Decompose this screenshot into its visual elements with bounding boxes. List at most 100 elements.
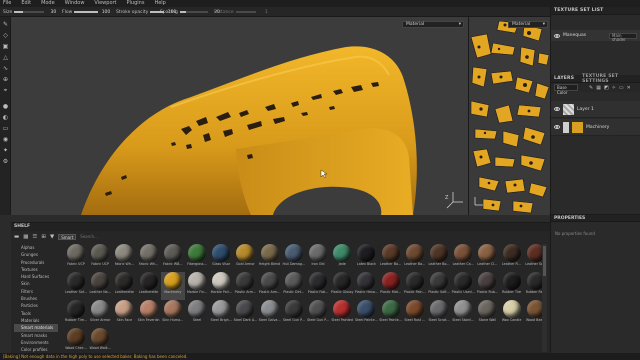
material-thumbnail[interactable]: Fiberglass... — [185, 244, 209, 272]
material-thumbnail[interactable]: Rubber Tire — [500, 272, 524, 300]
shelf-category-item[interactable]: Hard Surfaces — [14, 273, 58, 280]
folder-icon[interactable]: ▬ — [14, 234, 19, 240]
shelf-category-item[interactable]: Textures — [14, 266, 58, 273]
material-thumbnail[interactable]: Plastic Arm... — [258, 272, 282, 300]
material-thumbnail[interactable]: Stone Wall — [475, 300, 499, 328]
material-thumbnail[interactable]: Plastic Dirt... — [282, 272, 306, 300]
projection-icon[interactable]: ▣ — [2, 43, 9, 50]
folder-icon[interactable]: ▭ — [619, 85, 624, 91]
distance-slider[interactable] — [235, 11, 256, 13]
viewport-2d-mode-select[interactable]: Material ▾ — [508, 21, 548, 28]
display-settings-icon[interactable]: ◉ — [2, 136, 9, 143]
texture-set-row[interactable]: Manequas Main shader — [551, 30, 640, 41]
clone-icon[interactable]: ⊕ — [2, 76, 9, 83]
spacing-option[interactable]: Spacing 20 — [160, 8, 220, 16]
eye-icon[interactable] — [554, 125, 560, 129]
eye-icon[interactable] — [554, 107, 560, 111]
flow-value[interactable]: 100 — [100, 10, 111, 15]
material-thumbnail[interactable]: Glass Visor — [209, 244, 233, 272]
shelf-category-item[interactable]: Smart masks — [14, 332, 58, 339]
material-thumbnail[interactable]: Hull Damag... — [282, 244, 306, 272]
material-thumbnail[interactable]: Leather Ca... — [451, 244, 475, 272]
shelf-scroll-thumb[interactable] — [543, 246, 546, 276]
material-thumbnail[interactable]: Latex Black — [354, 244, 378, 272]
fill-layer-icon[interactable]: ▦ — [596, 85, 601, 91]
shelf-category-item[interactable]: Grunges — [14, 251, 58, 258]
size-slider[interactable] — [14, 11, 45, 13]
screenshot-icon[interactable]: ▭ — [2, 125, 9, 132]
material-thumbnail[interactable]: Plastic Arm... — [233, 272, 257, 300]
menu-window[interactable]: Window — [65, 0, 85, 7]
material-thumbnail[interactable]: Steel — [185, 300, 209, 328]
list-view-icon[interactable]: ☰ — [32, 234, 37, 240]
flow-option[interactable]: Flow 100 — [62, 8, 110, 16]
paint-brush-icon[interactable]: ✎ — [2, 21, 9, 28]
paint-layer-icon[interactable]: ✎ — [589, 85, 593, 91]
viewport-mode-select[interactable]: Material ▾ — [402, 21, 464, 28]
add-mask-icon[interactable]: ◩ — [604, 85, 609, 91]
shelf-category-item[interactable]: Particles — [14, 302, 58, 309]
menu-mode[interactable]: Mode — [41, 0, 55, 7]
shelf-scrollbar[interactable] — [542, 244, 547, 352]
menu-viewport[interactable]: Viewport — [94, 0, 116, 7]
material-thumbnail[interactable]: Height Blend — [258, 244, 282, 272]
material-thumbnail[interactable]: Plastic Mat... — [379, 272, 403, 300]
material-thumbnail[interactable]: Steel Painted — [330, 300, 354, 328]
material-thumbnail[interactable]: Plastic Soft... — [427, 272, 451, 300]
shelf-category-item[interactable]: Materials — [14, 317, 58, 324]
material-thumbnail[interactable]: Steel Painte... — [379, 300, 403, 328]
size-option[interactable]: Size 30 — [3, 8, 56, 16]
viewport-3d[interactable]: Z Material ▾ — [11, 17, 468, 215]
spacing-slider[interactable] — [179, 11, 208, 13]
material-thumbnail[interactable]: Steel Brigh... — [209, 300, 233, 328]
material-thumbnail[interactable]: Fabric Wh... — [112, 244, 136, 272]
add-effect-icon[interactable]: ✧ — [612, 85, 616, 91]
picker-icon[interactable]: ⌖ — [2, 87, 9, 94]
material-thumbnail[interactable]: Leather Ba... — [379, 244, 403, 272]
material-thumbnail[interactable]: Leather Fi... — [500, 244, 524, 272]
shelf-category-item[interactable]: Skin — [14, 280, 58, 287]
menu-help[interactable]: Help — [154, 0, 165, 7]
material-thumbnail[interactable]: Rubber Tire... — [64, 300, 88, 328]
material-thumbnail[interactable]: Marble Poli... — [209, 272, 233, 300]
shader-settings-icon[interactable]: ✦ — [2, 147, 9, 154]
material-thumbnail[interactable]: Marble Fin... — [185, 272, 209, 300]
distance-value[interactable]: 1 — [258, 10, 268, 15]
material-thumbnail[interactable]: Wood Chec... — [64, 328, 88, 356]
blend-mode-select[interactable]: Base Color — [554, 84, 578, 95]
material-thumbnail[interactable]: Steel Galva... — [258, 300, 282, 328]
eraser-icon[interactable]: ◇ — [2, 32, 9, 39]
grid-view-icon[interactable]: ▦ — [23, 234, 28, 240]
material-thumbnail[interactable]: Steel Dark A... — [233, 300, 257, 328]
material-thumbnail[interactable]: Leather Ba... — [403, 244, 427, 272]
settings-icon[interactable]: ⚙ — [2, 158, 9, 165]
distance-option[interactable]: Distance 1 — [214, 8, 268, 16]
material-thumbnail[interactable]: Jade — [330, 244, 354, 272]
flow-slider[interactable] — [74, 11, 99, 13]
viewport-2d[interactable]: Material ▾ — [468, 17, 550, 215]
material-thumbnail[interactable]: Leather Cl... — [475, 244, 499, 272]
material-thumbnail[interactable]: Wood Walk... — [88, 328, 112, 356]
material-thumbnail[interactable]: Leatherette — [137, 272, 161, 300]
material-thumbnail[interactable]: Skin Feverish — [137, 300, 161, 328]
material-thumbnail[interactable]: Gold Armor — [233, 244, 257, 272]
material-thumbnail[interactable]: Leather Bo... — [427, 244, 451, 272]
menu-edit[interactable]: Edit — [21, 0, 31, 7]
material-thumbnail[interactable]: Fabric WB... — [161, 244, 185, 272]
material-thumbnail[interactable]: Fabric UCP — [88, 244, 112, 272]
shelf-category-item[interactable]: Tools — [14, 310, 58, 317]
shelf-search-input[interactable] — [80, 234, 141, 239]
material-thumbnail[interactable]: Plastic Used... — [451, 272, 475, 300]
material-thumbnail[interactable]: Leatherette — [112, 272, 136, 300]
texture-set-list-title[interactable]: TEXTURE SET LIST — [554, 8, 603, 13]
tab-layers[interactable]: LAYERS — [554, 76, 574, 81]
menu-plugins[interactable]: Plugins — [127, 0, 145, 7]
smudge-icon[interactable]: ∿ — [2, 65, 9, 72]
material-thumbnail[interactable]: Steel Rust ... — [403, 300, 427, 328]
shelf-category-item[interactable]: Smart materials — [14, 324, 58, 332]
material-thumbnail[interactable]: Machinery — [160, 272, 185, 300]
material-thumbnail[interactable]: Steel Scrat... — [427, 300, 451, 328]
shelf-category-item[interactable]: Filters — [14, 288, 58, 295]
material-thumbnail[interactable]: Plastic Pain... — [403, 272, 427, 300]
shelf-category-item[interactable]: Alphas — [14, 244, 58, 251]
